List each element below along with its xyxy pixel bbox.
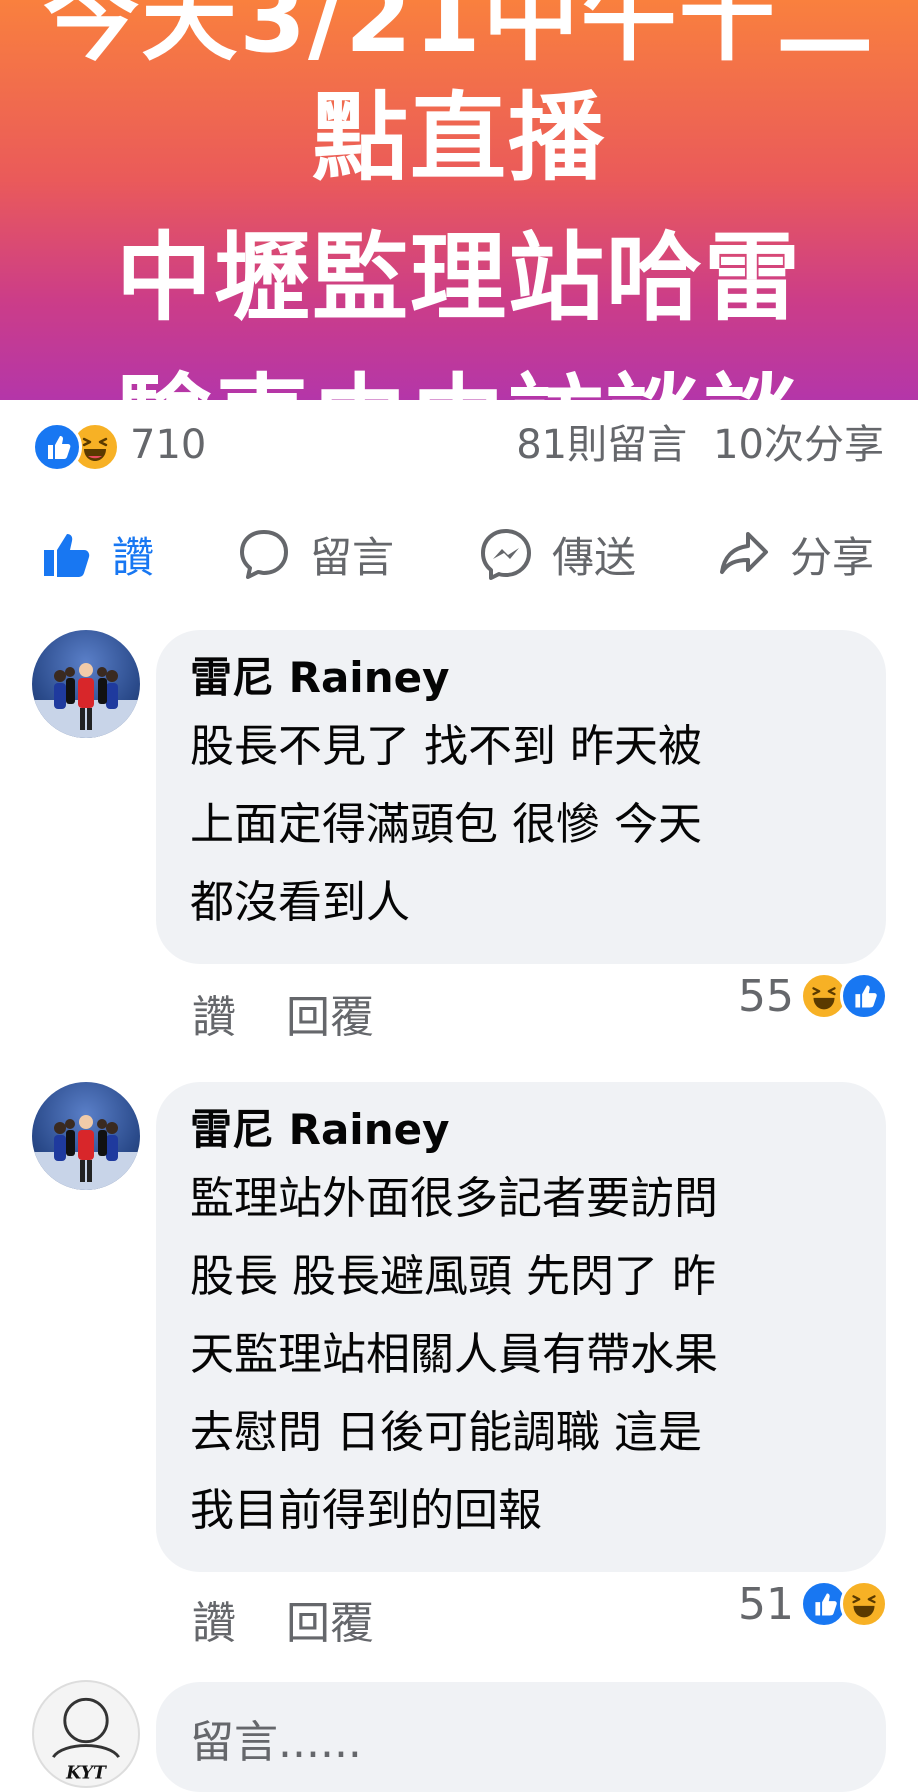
comment-reply-button[interactable]: 回覆 (286, 1598, 374, 1649)
share-count[interactable]: 10次分享 (713, 422, 884, 468)
commenter-avatar[interactable] (32, 1082, 140, 1190)
share-button-label: 分享 (790, 532, 875, 582)
banner-line-3: 中壢監理站哈雷 (116, 222, 802, 334)
commenter-name[interactable]: 雷尼 Rainey (190, 650, 852, 706)
comment-line: 都沒看到人 (190, 877, 410, 928)
comment-actions: 讚回覆 (192, 1594, 374, 1654)
post-stats: 81則留言 10次分享 (516, 420, 884, 470)
comment-reaction-count: 55 (738, 970, 794, 1022)
comment-button-label: 留言 (310, 532, 395, 582)
post-action-bar: 讚 留言 傳送 分享 (0, 500, 918, 610)
comment-like-button[interactable]: 讚 (192, 992, 236, 1043)
like-icon (840, 972, 888, 1020)
comment-line: 我目前得到的回報 (190, 1485, 542, 1536)
comment-like-button[interactable]: 讚 (192, 1598, 236, 1649)
comment-reaction-count: 51 (738, 1578, 794, 1630)
reaction-summary: 710 81則留言 10次分享 (0, 400, 918, 490)
comment-icon (240, 530, 288, 579)
thumbs-up-icon (44, 534, 90, 577)
comment-actions: 讚回覆 (192, 988, 374, 1048)
like-button[interactable]: 讚 (38, 522, 154, 586)
post-banner-image[interactable]: 今天3/21中午十二 點直播 中壢監理站哈雷 驗車由由訪談談 (0, 0, 918, 400)
share-icon (720, 532, 768, 574)
comment-bubble[interactable]: 雷尼 Rainey 監理站外面很多記者要訪問 股長 股長避風頭 先閃了 昨 天監… (156, 1082, 886, 1572)
like-button-label: 讚 (112, 532, 155, 582)
reaction-count[interactable]: 710 (130, 420, 206, 470)
messenger-icon (481, 529, 531, 580)
send-button[interactable]: 傳送 (478, 522, 636, 586)
commenter-name[interactable]: 雷尼 Rainey (190, 1102, 852, 1158)
comment-line: 監理站外面很多記者要訪問 (190, 1173, 718, 1224)
like-icon (32, 422, 82, 472)
comment-reactions[interactable]: 51 (738, 1576, 888, 1632)
comment-line: 天監理站相關人員有帶水果 (190, 1329, 718, 1380)
haha-icon (840, 1580, 888, 1628)
comment-reactions[interactable]: 55 (738, 968, 888, 1024)
banner-line-1: 今天3/21中午十二 (43, 0, 875, 74)
comment-text: 監理站外面很多記者要訪問 股長 股長避風頭 先閃了 昨 天監理站相關人員有帶水果… (190, 1160, 852, 1550)
avatar-logo-text: KYT (65, 1763, 107, 1783)
comment-button[interactable]: 留言 (236, 522, 394, 586)
comment-line: 股長不見了 找不到 昨天被 (190, 721, 702, 772)
comment-line: 上面定得滿頭包 很慘 今天 (190, 799, 702, 850)
banner-line-4: 驗車由由訪談談 (0, 360, 918, 400)
comment-line: 股長 股長避風頭 先閃了 昨 (190, 1251, 716, 1302)
commenter-avatar[interactable] (32, 630, 140, 738)
banner-line-2: 點直播 (312, 82, 606, 194)
comment-line: 去慰問 日後可能調職 這是 (190, 1407, 702, 1458)
reaction-icons[interactable] (32, 422, 122, 472)
comment-text: 股長不見了 找不到 昨天被 上面定得滿頭包 很慘 今天 都沒看到人 (190, 708, 852, 942)
comment-count[interactable]: 81則留言 (516, 422, 687, 468)
comment-input[interactable]: 留言...... (156, 1682, 886, 1792)
comment-bubble[interactable]: 雷尼 Rainey 股長不見了 找不到 昨天被 上面定得滿頭包 很慘 今天 都沒… (156, 630, 886, 964)
comment-reply-button[interactable]: 回覆 (286, 992, 374, 1043)
share-button[interactable]: 分享 (716, 522, 874, 586)
current-user-avatar[interactable]: KYT (32, 1680, 140, 1788)
send-button-label: 傳送 (552, 532, 637, 582)
